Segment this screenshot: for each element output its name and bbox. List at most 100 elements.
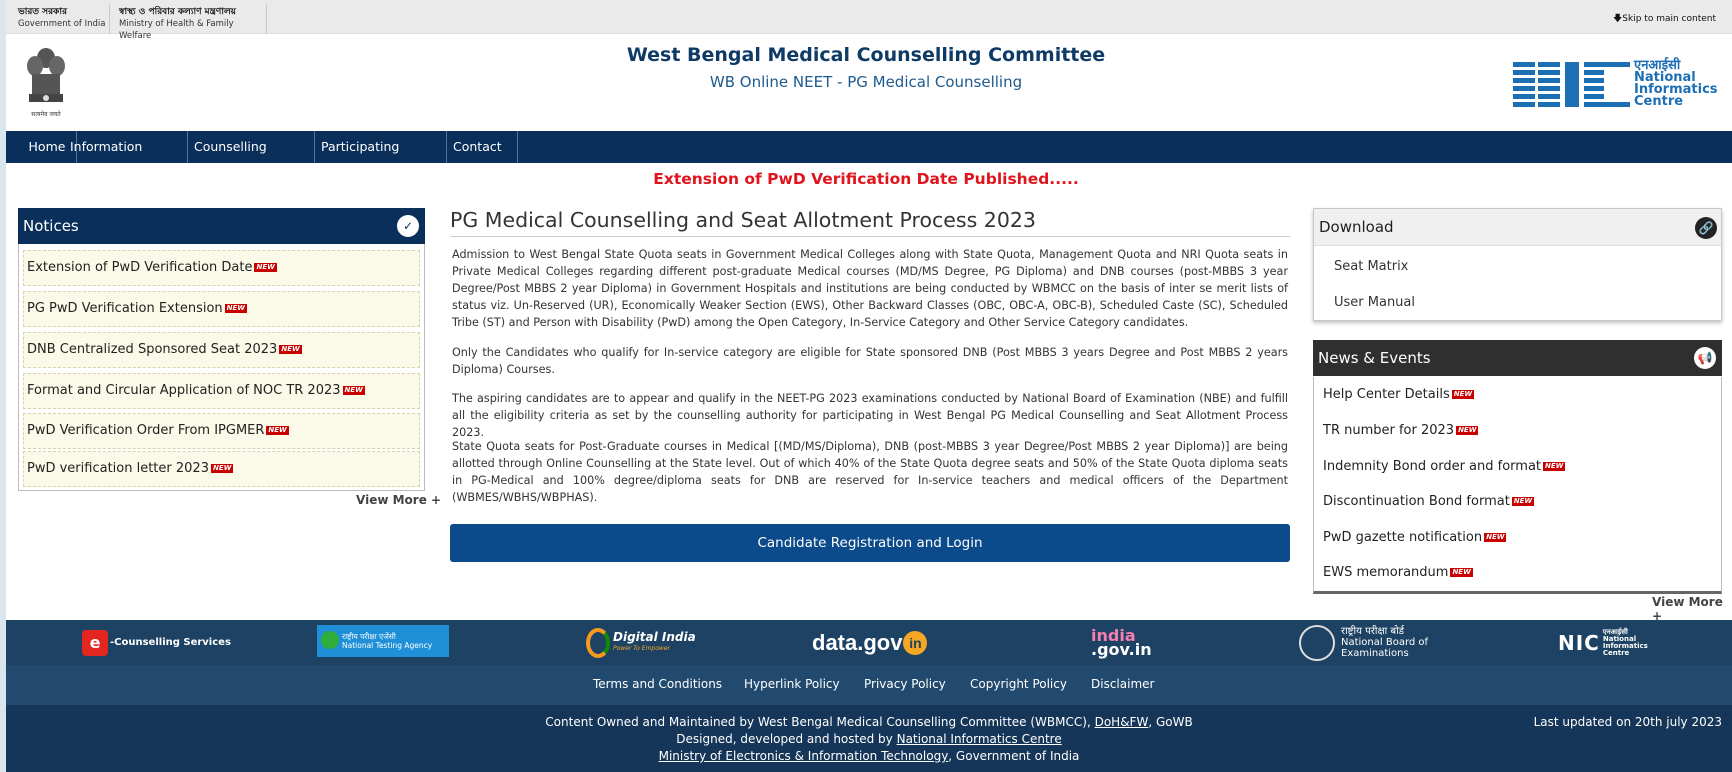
nav-participating-institutes[interactable]: Participating Institutes	[315, 131, 447, 186]
data-gov-logo[interactable]: data.gov in	[812, 620, 928, 665]
nic-line-3: Centre	[1634, 94, 1684, 109]
state-quota-paragraph: State Quota seats for Post-Graduate cour…	[452, 440, 1288, 504]
news-label: Discontinuation Bond format	[1323, 494, 1510, 509]
digital-india-icon	[586, 627, 610, 658]
government-of-india-link[interactable]: ভারত সরকার Government of India	[18, 6, 108, 32]
download-header: Download 🔗	[1314, 209, 1721, 246]
new-badge-icon: NEW	[1450, 568, 1473, 577]
new-badge-icon: NEW	[1511, 497, 1535, 506]
notices-title: Notices	[23, 217, 79, 235]
notice-item[interactable]: PwD verification letter 2023 NEW	[23, 451, 420, 487]
news-item[interactable]: Indemnity Bond order and format NEW	[1323, 459, 1566, 474]
announcement-marquee[interactable]: Extension of PwD Verification Date Publi…	[0, 170, 1732, 188]
dohfw-link[interactable]: DoH&FW	[1095, 715, 1149, 729]
notice-item[interactable]: Format and Circular Application of NOC T…	[23, 373, 420, 409]
eligibility-paragraph: Only the Candidates who qualify for In-s…	[452, 346, 1288, 376]
news-label: Help Center Details	[1323, 387, 1450, 402]
nav-contact-us[interactable]: Contact Us	[447, 131, 518, 186]
nic-footer-logo[interactable]: NIC एनआईसी National Informatics Centre	[1558, 620, 1648, 665]
notice-item[interactable]: PG PwD Verification Extension NEW	[23, 291, 420, 327]
nic-footer-line-3: Centre	[1602, 648, 1630, 657]
ministry-english-label: Ministry of Health & Family Welfare	[119, 19, 234, 41]
nic-link[interactable]: National Informatics Centre	[897, 732, 1062, 746]
news-events-title: News & Events	[1318, 349, 1431, 367]
footer-terms-link[interactable]: Terms and Conditions	[593, 677, 722, 691]
site-title: West Bengal Medical Counselling Committe…	[626, 44, 1106, 66]
download-panel: Download 🔗 Seat Matrix User Manual	[1313, 208, 1722, 321]
news-item[interactable]: Discontinuation Bond format NEW	[1323, 494, 1535, 509]
new-badge-icon: NEW	[1543, 462, 1566, 471]
last-updated-text: Last updated on 20th july 2023	[1533, 715, 1722, 729]
main-heading: PG Medical Counselling and Seat Allotmen…	[450, 208, 1036, 232]
data-gov-label: data.gov	[812, 629, 903, 655]
download-seat-matrix-link[interactable]: Seat Matrix	[1334, 259, 1408, 274]
nbe-hindi-label: राष्ट्रीय परीक्षा बोर्ड	[1341, 626, 1405, 637]
heading-divider	[450, 236, 1290, 237]
footer-credits: Content Owned and Maintained by West Ben…	[6, 705, 1732, 772]
new-badge-icon: NEW	[254, 263, 277, 272]
news-label: PwD gazette notification	[1323, 530, 1483, 545]
download-user-manual-link[interactable]: User Manual	[1334, 295, 1415, 310]
nta-hindi-label: राष्ट्रीय परीक्षा एजेंसी	[342, 632, 396, 641]
nav-information-bulletin[interactable]: Information Bulletin	[64, 131, 188, 186]
nbe-seal-icon	[1299, 624, 1335, 661]
goi-text: , Government of India	[948, 749, 1080, 763]
notice-item[interactable]: DNB Centralized Sponsored Seat 2023 NEW	[23, 332, 420, 368]
nbe-logo[interactable]: राष्ट्रीय परीक्षा बोर्ड National Board o…	[1299, 620, 1428, 665]
candidate-registration-login-button[interactable]: Candidate Registration and Login	[450, 524, 1290, 562]
partner-logos-strip: e -Counselling Services राष्ट्रीय परीक्ष…	[6, 620, 1732, 665]
india-gov-logo[interactable]: india .gov.in	[1091, 620, 1152, 665]
site-subtitle: WB Online NEET - PG Medical Counselling	[709, 73, 1023, 91]
new-badge-icon: NEW	[266, 426, 289, 435]
data-gov-in-badge: in	[903, 630, 928, 655]
arrow-down-icon: 🡇	[1613, 14, 1623, 24]
news-label: Indemnity Bond order and format	[1323, 459, 1542, 474]
skip-to-main-content-link[interactable]: 🡇Skip to main content	[1613, 11, 1716, 27]
news-events-list: Help Center Details NEW TR number for 202…	[1313, 377, 1722, 594]
ecounselling-logo[interactable]: e -Counselling Services	[82, 620, 231, 665]
notices-header: Notices ✓	[18, 208, 425, 244]
hosting-text: Designed, developed and hosted by	[676, 732, 893, 746]
news-item[interactable]: EWS memorandum NEW	[1323, 565, 1473, 580]
new-badge-icon: NEW	[342, 386, 365, 395]
notices-view-more-link[interactable]: View More +	[356, 493, 441, 507]
news-events-header: News & Events 📢	[1313, 340, 1722, 376]
news-label: TR number for 2023	[1323, 423, 1455, 438]
neet-paragraph: The aspiring candidates are to appear an…	[452, 392, 1288, 439]
nav-counselling-schedule[interactable]: Counselling Schedule	[188, 131, 315, 186]
footer-privacy-policy-link[interactable]: Privacy Policy	[864, 677, 946, 691]
news-item[interactable]: Help Center Details NEW	[1323, 387, 1475, 402]
nta-logo[interactable]: राष्ट्रीय परीक्षा एजेंसी National Testin…	[317, 625, 449, 657]
footer-ownership-line: Content Owned and Maintained by West Ben…	[6, 715, 1732, 729]
footer-disclaimer-link[interactable]: Disclaimer	[1091, 677, 1154, 691]
link-icon: 🔗	[1695, 217, 1717, 239]
news-item[interactable]: PwD gazette notification NEW	[1323, 530, 1507, 545]
india-gov-bottom-label: .gov.in	[1091, 639, 1152, 659]
notice-label: Format and Circular Application of NOC T…	[27, 383, 341, 398]
ministry-link[interactable]: স্বাস্থ্য ও পরিবার কল্যাণ মন্ত্রণালয় Mi…	[109, 4, 267, 41]
notice-label: PwD verification letter 2023	[27, 461, 209, 476]
nbe-line-1: National Board of	[1341, 637, 1429, 648]
calendar-check-icon: ✓	[397, 215, 419, 237]
new-badge-icon: NEW	[279, 345, 302, 354]
nic-footer-label: NIC	[1558, 630, 1600, 655]
footer-links-bar: Terms and Conditions Hyperlink Policy Pr…	[6, 665, 1732, 705]
footer-ministry-line: Ministry of Electronics & Information Te…	[6, 749, 1732, 763]
footer-copyright-policy-link[interactable]: Copyright Policy	[970, 677, 1067, 691]
main-navigation: Home Information Bulletin Counselling Sc…	[6, 131, 1732, 186]
notice-item[interactable]: Extension of PwD Verification Date NEW	[23, 250, 420, 286]
download-title: Download	[1319, 218, 1394, 236]
notice-item[interactable]: PwD Verification Order From IPGMER NEW	[23, 413, 420, 449]
skip-link-label: Skip to main content	[1622, 14, 1716, 24]
news-label: EWS memorandum	[1323, 565, 1449, 580]
news-item[interactable]: TR number for 2023 NEW	[1323, 423, 1479, 438]
notices-list: Extension of PwD Verification Date NEW PG…	[18, 244, 425, 491]
digital-india-label: Digital India	[613, 629, 696, 644]
footer-hyperlink-policy-link[interactable]: Hyperlink Policy	[744, 677, 840, 691]
nbe-line-2: Examinations	[1341, 648, 1409, 659]
digital-india-logo[interactable]: Digital India Power To Empower	[586, 620, 696, 665]
notice-label: DNB Centralized Sponsored Seat 2023	[27, 342, 278, 357]
notice-label: PG PwD Verification Extension	[27, 301, 223, 316]
meity-link[interactable]: Ministry of Electronics & Information Te…	[659, 749, 949, 763]
news-view-more-link[interactable]: View More +	[1652, 595, 1732, 623]
